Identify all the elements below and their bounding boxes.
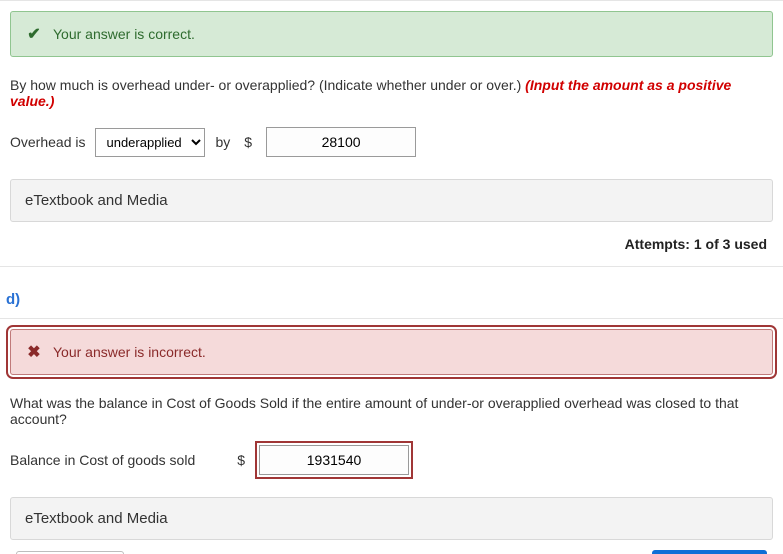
- currency-symbol: $: [244, 134, 252, 150]
- submit-answer-button[interactable]: Submit Answer: [652, 550, 767, 554]
- cross-icon: ✖: [25, 342, 43, 362]
- attempts-counter: Attempts: 1 of 3 used: [10, 232, 773, 252]
- balance-label: Balance in Cost of goods sold: [10, 452, 195, 468]
- question-body: By how much is overhead under- or overap…: [10, 77, 525, 93]
- question-text: By how much is overhead under- or overap…: [10, 77, 773, 109]
- overhead-label: Overhead is: [10, 134, 85, 150]
- etextbook-label: eTextbook and Media: [25, 510, 168, 527]
- action-row: Save for Later Attempts: 1 of 3 used Sub…: [10, 550, 773, 554]
- etextbook-label: eTextbook and Media: [25, 192, 168, 209]
- answer-row: Balance in Cost of goods sold $: [10, 445, 773, 475]
- check-icon: ✔: [25, 24, 43, 44]
- feedback-text: Your answer is correct.: [53, 26, 195, 42]
- question-part-d: ✖ Your answer is incorrect. What was the…: [0, 318, 783, 554]
- overhead-amount-input[interactable]: [266, 127, 416, 157]
- part-marker-d: d): [6, 291, 783, 308]
- question-text: What was the balance in Cost of Goods So…: [10, 395, 773, 427]
- feedback-text: Your answer is incorrect.: [53, 344, 206, 360]
- etextbook-panel[interactable]: eTextbook and Media: [10, 497, 773, 540]
- feedback-incorrect-banner: ✖ Your answer is incorrect.: [10, 329, 773, 375]
- by-label: by: [215, 134, 230, 150]
- etextbook-panel[interactable]: eTextbook and Media: [10, 179, 773, 222]
- overhead-direction-select[interactable]: underapplied: [95, 128, 205, 157]
- cogs-balance-input[interactable]: [259, 445, 409, 475]
- answer-row: Overhead is underapplied by $: [10, 127, 773, 157]
- currency-symbol: $: [237, 452, 245, 468]
- feedback-correct-banner: ✔ Your answer is correct.: [10, 11, 773, 57]
- question-part-c: ✔ Your answer is correct. By how much is…: [0, 0, 783, 267]
